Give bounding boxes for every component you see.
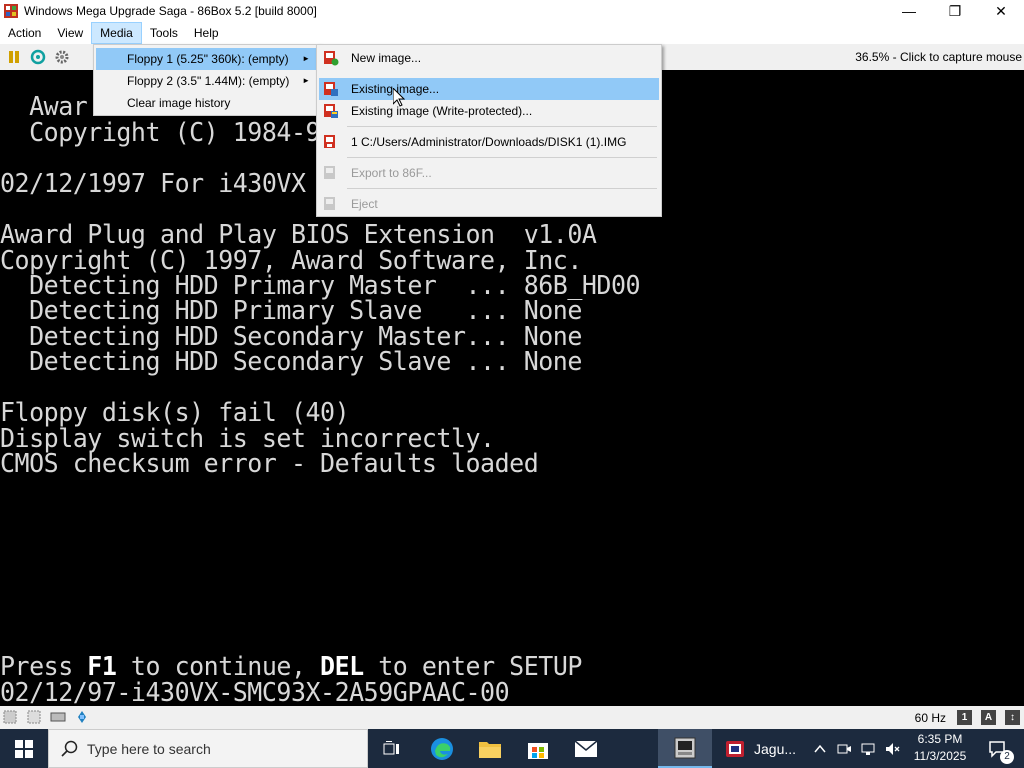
taskbar-edge[interactable]: [420, 729, 464, 768]
existing-image-wp-icon: [324, 104, 338, 118]
menu-media[interactable]: Media: [91, 22, 142, 44]
menu-clear-image-history[interactable]: Clear image history: [96, 92, 318, 114]
bios-line: 02/12/1997 For i430VX PCI: [0, 169, 364, 199]
menu-help[interactable]: Help: [186, 22, 227, 44]
network-status-icon[interactable]: [74, 709, 90, 725]
num-lock-indicator: 1: [957, 710, 972, 725]
taskbar-store[interactable]: [516, 729, 560, 768]
hard-disk-status-icon[interactable]: [50, 709, 66, 725]
menu-separator: [347, 188, 657, 189]
menu-action[interactable]: Action: [0, 22, 49, 44]
menu-separator: [347, 157, 657, 158]
volume-muted-icon[interactable]: [884, 741, 900, 757]
start-button[interactable]: [0, 729, 48, 768]
edge-browser-icon: [431, 737, 453, 760]
taskbar-mail[interactable]: [564, 729, 608, 768]
menu-existing-image-write-protected[interactable]: Existing image (Write-protected)...: [319, 100, 659, 122]
capture-status[interactable]: 36.5% - Click to capture mouse: [855, 50, 1022, 64]
title-bar[interactable]: Windows Mega Upgrade Saga - 86Box 5.2 [b…: [0, 0, 1024, 22]
reset-icon[interactable]: [28, 47, 48, 67]
windows-logo-icon: [15, 739, 33, 758]
clock-time: 6:35 PM: [917, 732, 963, 746]
menu-floppy-2[interactable]: Floppy 2 (3.5" 1.44M): (empty) ►: [96, 70, 318, 92]
bios-line: CMOS checksum error - Defaults loaded: [0, 449, 539, 479]
show-hidden-icons-chevron-icon[interactable]: [814, 744, 826, 754]
menu-separator: [347, 126, 657, 127]
task-view-button[interactable]: [372, 729, 412, 768]
jaguar-app-icon: [726, 740, 744, 757]
caps-lock-indicator: A: [981, 710, 996, 725]
meet-now-icon[interactable]: [836, 741, 852, 757]
bios-line: Award Plug and Play BIOS Extension v1.0A: [0, 220, 597, 250]
refresh-rate: 60 Hz: [914, 711, 946, 725]
taskbar: Type here to search Jagu... 6:35 PM 11/3…: [0, 729, 1024, 768]
86box-taskbar-icon: [674, 737, 696, 758]
floppy-1-submenu: New image... Existing image... Existing …: [316, 44, 662, 217]
mail-icon: [574, 739, 598, 757]
taskbar-search-box[interactable]: Type here to search: [48, 729, 368, 768]
settings-gear-icon[interactable]: [52, 47, 72, 67]
taskbar-file-explorer[interactable]: [468, 729, 512, 768]
taskbar-86box[interactable]: [658, 729, 712, 768]
menu-export-86f[interactable]: Export to 86F...: [319, 162, 659, 184]
maximize-button[interactable]: ❐: [932, 0, 978, 22]
notification-badge: 2: [1000, 750, 1014, 764]
taskbar-clock[interactable]: 6:35 PM 11/3/2025: [908, 731, 972, 765]
bios-line: 02/12/97-i430VX-SMC93X-2A59GPAAC-00: [0, 678, 510, 706]
86box-app-icon: [4, 4, 18, 18]
menu-eject-label: Eject: [351, 197, 378, 211]
bios-line: Copyright (C) 1984-97,: [0, 118, 350, 148]
existing-image-icon: [324, 82, 338, 96]
bios-line: Awar: [0, 92, 88, 122]
mouse-cursor-icon: [393, 88, 405, 107]
menu-export-label: Export to 86F...: [351, 166, 432, 180]
action-center-button[interactable]: 2: [978, 729, 1018, 768]
menu-new-image-label: New image...: [351, 51, 422, 65]
media-menu: Floppy 1 (5.25" 360k): (empty) ► Floppy …: [93, 44, 321, 116]
pause-icon[interactable]: [4, 47, 24, 67]
bios-line: Detecting HDD Primary Slave ... None: [0, 296, 582, 326]
menu-floppy-2-label: Floppy 2 (3.5" 1.44M): (empty): [127, 74, 290, 88]
system-tray: [814, 729, 900, 768]
menu-tools[interactable]: Tools: [142, 22, 186, 44]
export-icon: [324, 166, 335, 179]
menu-recent-image-1[interactable]: 1 C:/Users/Administrator/Downloads/DISK1…: [319, 131, 659, 153]
menu-bar: Action View Media Tools Help: [0, 22, 1024, 44]
task-view-icon: [383, 740, 399, 754]
menu-new-image[interactable]: New image...: [319, 47, 659, 69]
minimize-button[interactable]: —: [886, 0, 932, 22]
menu-recent-image-label: 1 C:/Users/Administrator/Downloads/DISK1…: [351, 135, 627, 149]
bios-line: Floppy disk(s) fail (40): [0, 398, 350, 428]
recent-image-icon: [324, 135, 335, 148]
status-bar: 60 Hz 1 A ↕: [0, 706, 1024, 729]
menu-view[interactable]: View: [49, 22, 91, 44]
search-icon: [61, 740, 78, 757]
menu-existing-image-wp-label: Existing image (Write-protected)...: [351, 104, 533, 118]
clock-date: 11/3/2025: [913, 749, 967, 763]
folder-icon: [479, 741, 501, 758]
new-image-icon: [324, 51, 339, 66]
jaguar-label: Jagu...: [754, 740, 797, 757]
menu-floppy-1[interactable]: Floppy 1 (5.25" 360k): (empty) ►: [96, 48, 318, 70]
taskbar-jaguar[interactable]: Jagu...: [716, 729, 806, 768]
scroll-lock-indicator: ↕: [1005, 710, 1020, 725]
menu-floppy-1-label: Floppy 1 (5.25" 360k): (empty): [127, 52, 289, 66]
submenu-arrow-icon: ►: [302, 76, 310, 85]
bios-press-line: Press F1 to continue, DEL to enter SETUP: [0, 652, 582, 682]
floppy-1-status-icon[interactable]: [2, 709, 18, 725]
store-icon: [528, 742, 548, 759]
menu-existing-image[interactable]: Existing image...: [319, 78, 659, 100]
bios-line: Detecting HDD Secondary Slave ... None: [0, 347, 582, 377]
submenu-arrow-icon: ►: [302, 54, 310, 63]
menu-eject[interactable]: Eject: [319, 193, 659, 215]
window-title: Windows Mega Upgrade Saga - 86Box 5.2 [b…: [24, 4, 317, 18]
search-placeholder: Type here to search: [87, 740, 211, 757]
floppy-2-status-icon[interactable]: [26, 709, 42, 725]
eject-icon: [324, 197, 335, 210]
close-button[interactable]: ✕: [978, 0, 1024, 22]
network-icon[interactable]: [860, 741, 876, 757]
